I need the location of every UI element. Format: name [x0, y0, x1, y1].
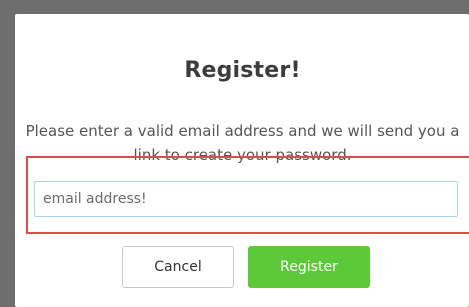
register-button[interactable]: Register [248, 246, 370, 288]
modal-title: Register! [184, 58, 301, 83]
email-input[interactable] [34, 181, 458, 217]
cancel-button[interactable]: Cancel [122, 246, 234, 288]
